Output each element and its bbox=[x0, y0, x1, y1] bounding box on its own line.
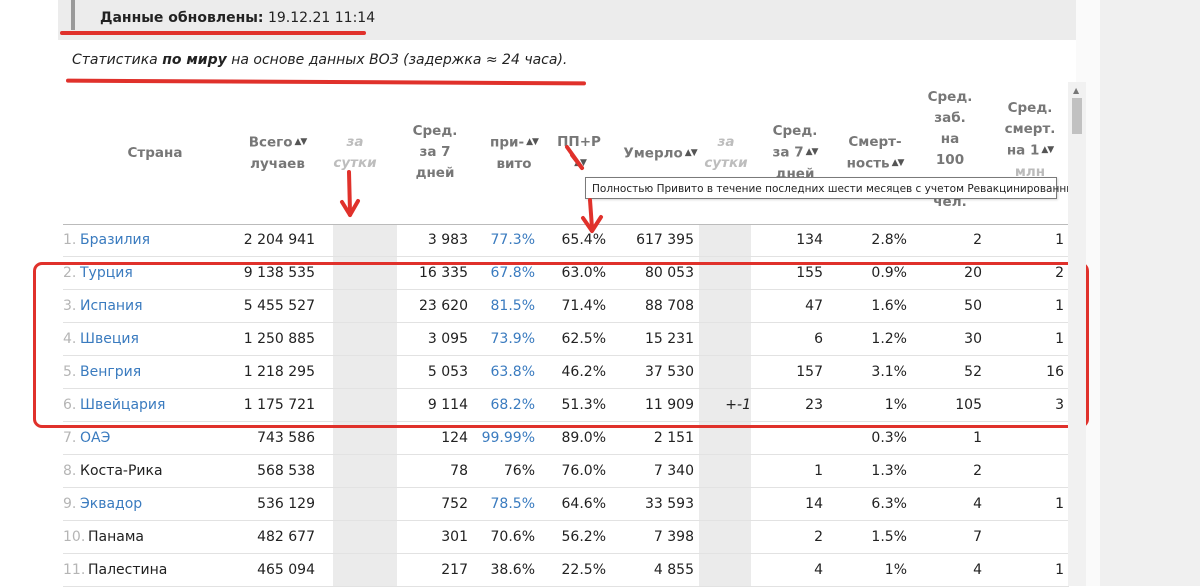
table-scrollbar[interactable]: ▲ bbox=[1068, 82, 1086, 586]
highlight-annotation bbox=[33, 262, 1089, 428]
scroll-thumb[interactable] bbox=[1072, 98, 1082, 134]
scroll-up-icon[interactable]: ▲ bbox=[1073, 86, 1079, 95]
